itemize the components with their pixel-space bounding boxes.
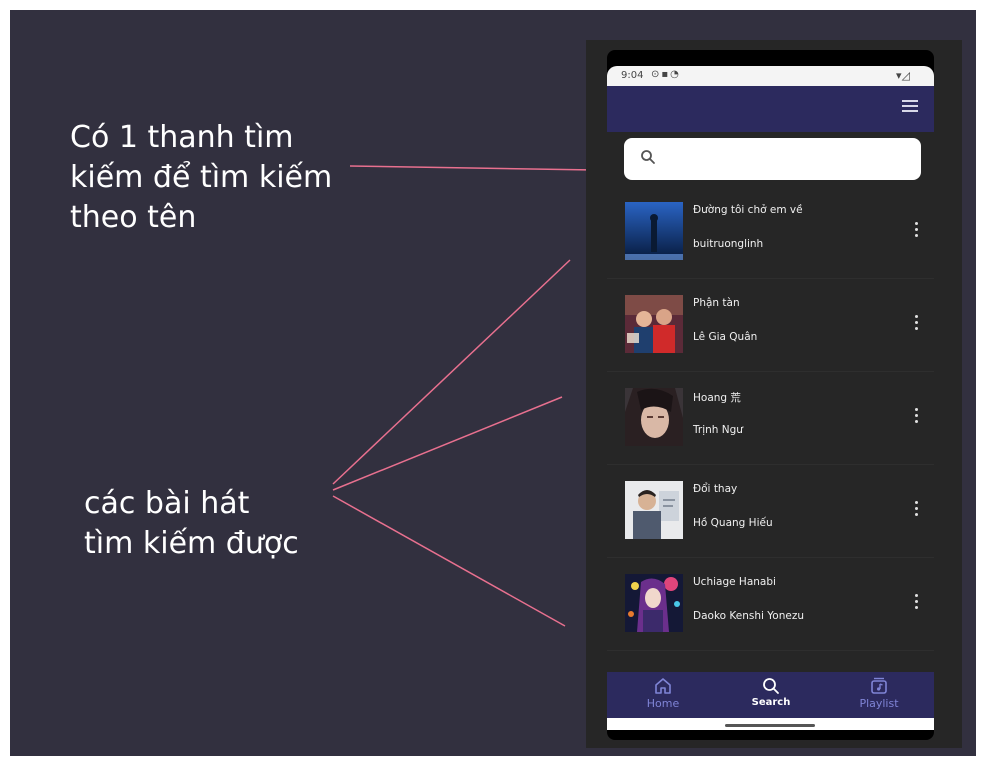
more-vert-icon[interactable] bbox=[914, 594, 920, 614]
song-artist: Lê Gia Quân bbox=[693, 331, 758, 343]
search-screen-content: Đường tôi chở em về buitruonglinh Phận t… bbox=[607, 132, 934, 672]
song-item[interactable]: Uchiage Hanabi Daoko Kenshi Yonezu bbox=[607, 558, 934, 651]
status-time: 9:04 bbox=[621, 70, 644, 81]
search-icon bbox=[731, 676, 811, 696]
more-vert-icon[interactable] bbox=[914, 408, 920, 428]
gesture-handle[interactable] bbox=[725, 724, 815, 727]
song-artist: Hồ Quang Hiếu bbox=[693, 517, 773, 529]
song-artist: Trịnh Ngư bbox=[693, 424, 743, 436]
signal-wifi-icon: ▾◿ bbox=[896, 69, 910, 82]
song-title: Đường tôi chở em về bbox=[693, 204, 803, 216]
more-vert-icon[interactable] bbox=[914, 501, 920, 521]
home-icon bbox=[623, 676, 703, 696]
playlist-icon bbox=[839, 676, 919, 696]
gesture-area bbox=[607, 718, 934, 730]
song-title: Đổi thay bbox=[693, 483, 738, 495]
song-thumbnail bbox=[625, 388, 683, 446]
connector-line bbox=[332, 259, 571, 485]
song-title: Phận tàn bbox=[693, 297, 740, 309]
song-thumbnail bbox=[625, 574, 683, 632]
nav-playlist-label: Playlist bbox=[859, 697, 899, 710]
song-thumbnail bbox=[625, 295, 683, 353]
connector-line bbox=[332, 396, 563, 491]
nav-home[interactable]: Home bbox=[623, 676, 703, 716]
song-title: Hoang 荒 bbox=[693, 392, 741, 404]
song-title: Uchiage Hanabi bbox=[693, 576, 776, 588]
connector-line bbox=[332, 495, 566, 627]
phone-screen: 9:04 ⊙▪◔ ▾◿ Đường tôi chở em về buitruon… bbox=[607, 50, 934, 740]
song-thumbnail bbox=[625, 202, 683, 260]
search-bar[interactable] bbox=[624, 138, 921, 180]
song-item[interactable]: Đường tôi chở em về buitruonglinh bbox=[607, 186, 934, 279]
nav-search-label: Search bbox=[751, 697, 791, 708]
menu-icon[interactable] bbox=[902, 100, 918, 113]
song-item[interactable]: Đổi thay Hồ Quang Hiếu bbox=[607, 465, 934, 558]
connector-line bbox=[349, 165, 596, 171]
more-vert-icon[interactable] bbox=[914, 315, 920, 335]
status-bar: 9:04 ⊙▪◔ ▾◿ bbox=[607, 66, 934, 86]
app-bar bbox=[607, 86, 934, 132]
search-icon bbox=[640, 149, 656, 165]
search-input[interactable] bbox=[668, 146, 912, 174]
song-artist: buitruonglinh bbox=[693, 238, 764, 250]
song-item[interactable]: Hoang 荒 Trịnh Ngư bbox=[607, 372, 934, 465]
more-vert-icon[interactable] bbox=[914, 222, 920, 242]
bottom-navigation: Home Search Playlist bbox=[607, 672, 934, 718]
status-notification-icons: ⊙▪◔ bbox=[651, 69, 681, 80]
nav-playlist[interactable]: Playlist bbox=[839, 676, 919, 716]
nav-home-label: Home bbox=[646, 697, 680, 710]
song-thumbnail bbox=[625, 481, 683, 539]
nav-search[interactable]: Search bbox=[731, 676, 811, 716]
song-artist: Daoko Kenshi Yonezu bbox=[693, 610, 804, 622]
song-item[interactable]: Phận tàn Lê Gia Quân bbox=[607, 279, 934, 372]
